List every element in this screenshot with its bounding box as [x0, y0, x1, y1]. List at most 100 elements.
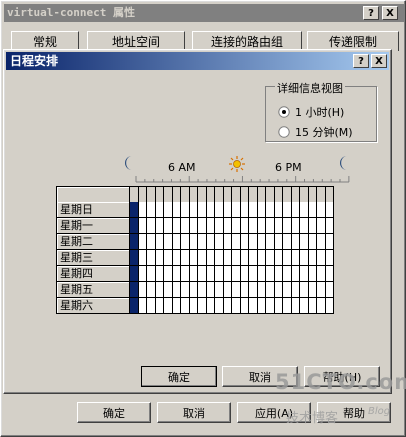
schedule-cell[interactable] [325, 234, 334, 250]
schedule-cell[interactable] [232, 250, 241, 266]
schedule-cell[interactable] [308, 298, 317, 314]
schedule-cell[interactable] [257, 266, 266, 282]
schedule-cell[interactable] [147, 234, 156, 250]
schedule-cell[interactable] [155, 202, 164, 218]
grid-corner-button[interactable] [56, 187, 130, 203]
schedule-cell[interactable] [164, 250, 173, 266]
hour-header-cell[interactable] [130, 187, 139, 203]
schedule-close-button[interactable]: X [371, 54, 387, 68]
schedule-cell[interactable] [291, 218, 300, 234]
hour-header-cell[interactable] [274, 187, 283, 203]
schedule-cell[interactable] [189, 266, 198, 282]
schedule-cell[interactable] [215, 266, 224, 282]
schedule-cell[interactable] [257, 234, 266, 250]
schedule-cell[interactable] [325, 282, 334, 298]
schedule-cell[interactable] [232, 218, 241, 234]
schedule-cell[interactable] [181, 250, 190, 266]
schedule-cell[interactable] [283, 266, 292, 282]
schedule-cell[interactable] [223, 298, 232, 314]
tab-address-space[interactable]: 地址空间 [87, 31, 185, 51]
schedule-cell[interactable] [317, 218, 326, 234]
schedule-cell[interactable] [240, 282, 249, 298]
schedule-cell[interactable] [138, 250, 147, 266]
schedule-cell[interactable] [172, 234, 181, 250]
day-row-label[interactable]: 星期二 [56, 234, 130, 250]
schedule-cell[interactable] [215, 250, 224, 266]
hour-header-cell[interactable] [283, 187, 292, 203]
schedule-cell[interactable] [300, 234, 309, 250]
schedule-cell[interactable] [249, 282, 258, 298]
schedule-cell[interactable] [164, 266, 173, 282]
schedule-cell[interactable] [283, 234, 292, 250]
hour-header-cell[interactable] [266, 187, 275, 203]
hour-header-cell[interactable] [223, 187, 232, 203]
schedule-cell[interactable] [266, 298, 275, 314]
schedule-cell[interactable] [181, 298, 190, 314]
schedule-cell[interactable] [130, 202, 139, 218]
schedule-cell[interactable] [257, 298, 266, 314]
schedule-cell[interactable] [257, 282, 266, 298]
schedule-cell[interactable] [138, 266, 147, 282]
schedule-cell[interactable] [249, 250, 258, 266]
schedule-cell[interactable] [155, 234, 164, 250]
schedule-cell[interactable] [274, 282, 283, 298]
hour-header-cell[interactable] [164, 187, 173, 203]
day-row-label[interactable]: 星期四 [56, 266, 130, 282]
schedule-cell[interactable] [274, 218, 283, 234]
schedule-cell[interactable] [283, 250, 292, 266]
schedule-cell[interactable] [198, 234, 207, 250]
schedule-cell[interactable] [130, 266, 139, 282]
schedule-help-button[interactable]: ? [353, 54, 369, 68]
schedule-cell[interactable] [147, 282, 156, 298]
schedule-cell[interactable] [215, 234, 224, 250]
day-row-label[interactable]: 星期三 [56, 250, 130, 266]
hour-header-cell[interactable] [181, 187, 190, 203]
schedule-cell[interactable] [198, 282, 207, 298]
tab-general[interactable]: 常规 [11, 31, 79, 51]
schedule-cell[interactable] [172, 266, 181, 282]
schedule-cell[interactable] [300, 202, 309, 218]
schedule-cell[interactable] [308, 234, 317, 250]
hour-header-cell[interactable] [257, 187, 266, 203]
schedule-cell[interactable] [308, 282, 317, 298]
radio-15-minute[interactable]: 15 分钟(M) [278, 124, 353, 140]
schedule-cell[interactable] [172, 218, 181, 234]
schedule-cell[interactable] [240, 298, 249, 314]
schedule-cell[interactable] [147, 266, 156, 282]
schedule-cell[interactable] [172, 202, 181, 218]
schedule-cell[interactable] [172, 250, 181, 266]
schedule-cell[interactable] [206, 234, 215, 250]
schedule-cell[interactable] [155, 298, 164, 314]
schedule-cell[interactable] [181, 282, 190, 298]
schedule-cell[interactable] [274, 266, 283, 282]
schedule-cell[interactable] [283, 298, 292, 314]
schedule-cell[interactable] [249, 266, 258, 282]
schedule-cell[interactable] [172, 298, 181, 314]
schedule-cell[interactable] [138, 202, 147, 218]
schedule-cell[interactable] [232, 282, 241, 298]
properties-help-button[interactable]: ? [363, 6, 379, 20]
schedule-cell[interactable] [249, 234, 258, 250]
schedule-cell[interactable] [138, 298, 147, 314]
properties-cancel-button[interactable]: 取消 [157, 402, 231, 423]
schedule-cell[interactable] [283, 218, 292, 234]
schedule-cell[interactable] [198, 250, 207, 266]
schedule-cell[interactable] [266, 234, 275, 250]
schedule-cell[interactable] [291, 234, 300, 250]
schedule-grid[interactable]: 星期日 星期一 星期二 星期三 星期四 星期五 星期六 [56, 186, 334, 314]
schedule-cell[interactable] [215, 282, 224, 298]
schedule-cell[interactable] [198, 266, 207, 282]
schedule-cell[interactable] [215, 202, 224, 218]
schedule-cell[interactable] [189, 218, 198, 234]
schedule-cell[interactable] [300, 266, 309, 282]
schedule-cell[interactable] [155, 250, 164, 266]
schedule-cell[interactable] [172, 282, 181, 298]
schedule-cell[interactable] [266, 266, 275, 282]
schedule-cell[interactable] [223, 266, 232, 282]
tab-delivery-restrictions[interactable]: 传递限制 [307, 31, 399, 51]
schedule-cell[interactable] [138, 234, 147, 250]
schedule-cell[interactable] [206, 298, 215, 314]
hour-header-cell[interactable] [240, 187, 249, 203]
schedule-cell[interactable] [189, 298, 198, 314]
hour-header-cell[interactable] [300, 187, 309, 203]
